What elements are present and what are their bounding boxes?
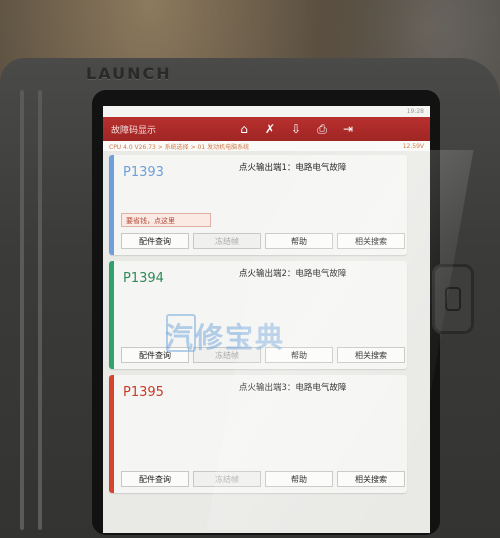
device-brand-logo: LAUNCH <box>86 64 172 83</box>
page-title: 故障码显示 <box>111 125 157 136</box>
dtc-card-p1395: P1395 点火输出端3：电路电气故障 配件查询 冻结帧 帮助 相关搜索 <box>109 375 407 493</box>
dtc-description: 点火输出端3：电路电气故障 <box>239 383 347 393</box>
related-search-button[interactable]: 相关搜索 <box>337 233 405 249</box>
related-search-button[interactable]: 相关搜索 <box>337 471 405 487</box>
breadcrumb: CPU 4.0 V26.73 > 系统选择 > 01 发动机电脑系统 <box>109 143 250 151</box>
download-icon[interactable]: ⇩ <box>283 122 309 136</box>
dtc-code: P1395 <box>123 385 164 400</box>
dtc-stripe <box>109 261 114 369</box>
print-icon[interactable]: ⎙ <box>309 122 335 137</box>
home-icon[interactable]: ⌂ <box>231 122 257 136</box>
parts-query-button[interactable]: 配件查询 <box>121 471 189 487</box>
dtc-code: P1394 <box>123 271 164 286</box>
dtc-button-row: 配件查询 冻结帧 帮助 相关搜索 <box>121 233 405 249</box>
help-button[interactable]: 帮助 <box>265 471 333 487</box>
save-money-tip[interactable]: 要省钱，点这里 <box>121 213 211 227</box>
case-rib <box>20 90 24 530</box>
parts-query-button[interactable]: 配件查询 <box>121 233 189 249</box>
dtc-card-p1393: P1393 点火输出端1：电路电气故障 要省钱，点这里 配件查询 冻结帧 帮助 … <box>109 155 407 255</box>
related-search-button[interactable]: 相关搜索 <box>337 347 405 363</box>
dtc-button-row: 配件查询 冻结帧 帮助 相关搜索 <box>121 471 405 487</box>
dtc-stripe <box>109 375 114 493</box>
exit-icon[interactable]: ⇥ <box>335 122 361 136</box>
watermark-text: 汽修宝典 <box>165 321 286 354</box>
help-button[interactable]: 帮助 <box>265 233 333 249</box>
battery-voltage: 12.59V <box>402 142 424 150</box>
dtc-description: 点火输出端1：电路电气故障 <box>239 163 347 173</box>
breadcrumb-bar: CPU 4.0 V26.73 > 系统选择 > 01 发动机电脑系统 12.59… <box>103 141 430 151</box>
status-bar: 19:28 <box>103 106 430 117</box>
freeze-frame-button[interactable]: 冻结帧 <box>193 471 261 487</box>
tools-icon[interactable]: ✗ <box>257 122 283 136</box>
dtc-stripe <box>109 155 114 255</box>
dtc-code: P1393 <box>123 165 164 180</box>
status-time: 19:28 <box>406 108 424 115</box>
case-side-tab <box>432 264 474 334</box>
dtc-description: 点火输出端2：电路电气故障 <box>239 269 347 279</box>
freeze-frame-button[interactable]: 冻结帧 <box>193 233 261 249</box>
app-topbar: 故障码显示 ⌂ ✗ ⇩ ⎙ ⇥ <box>103 117 430 141</box>
case-rib <box>38 90 42 530</box>
